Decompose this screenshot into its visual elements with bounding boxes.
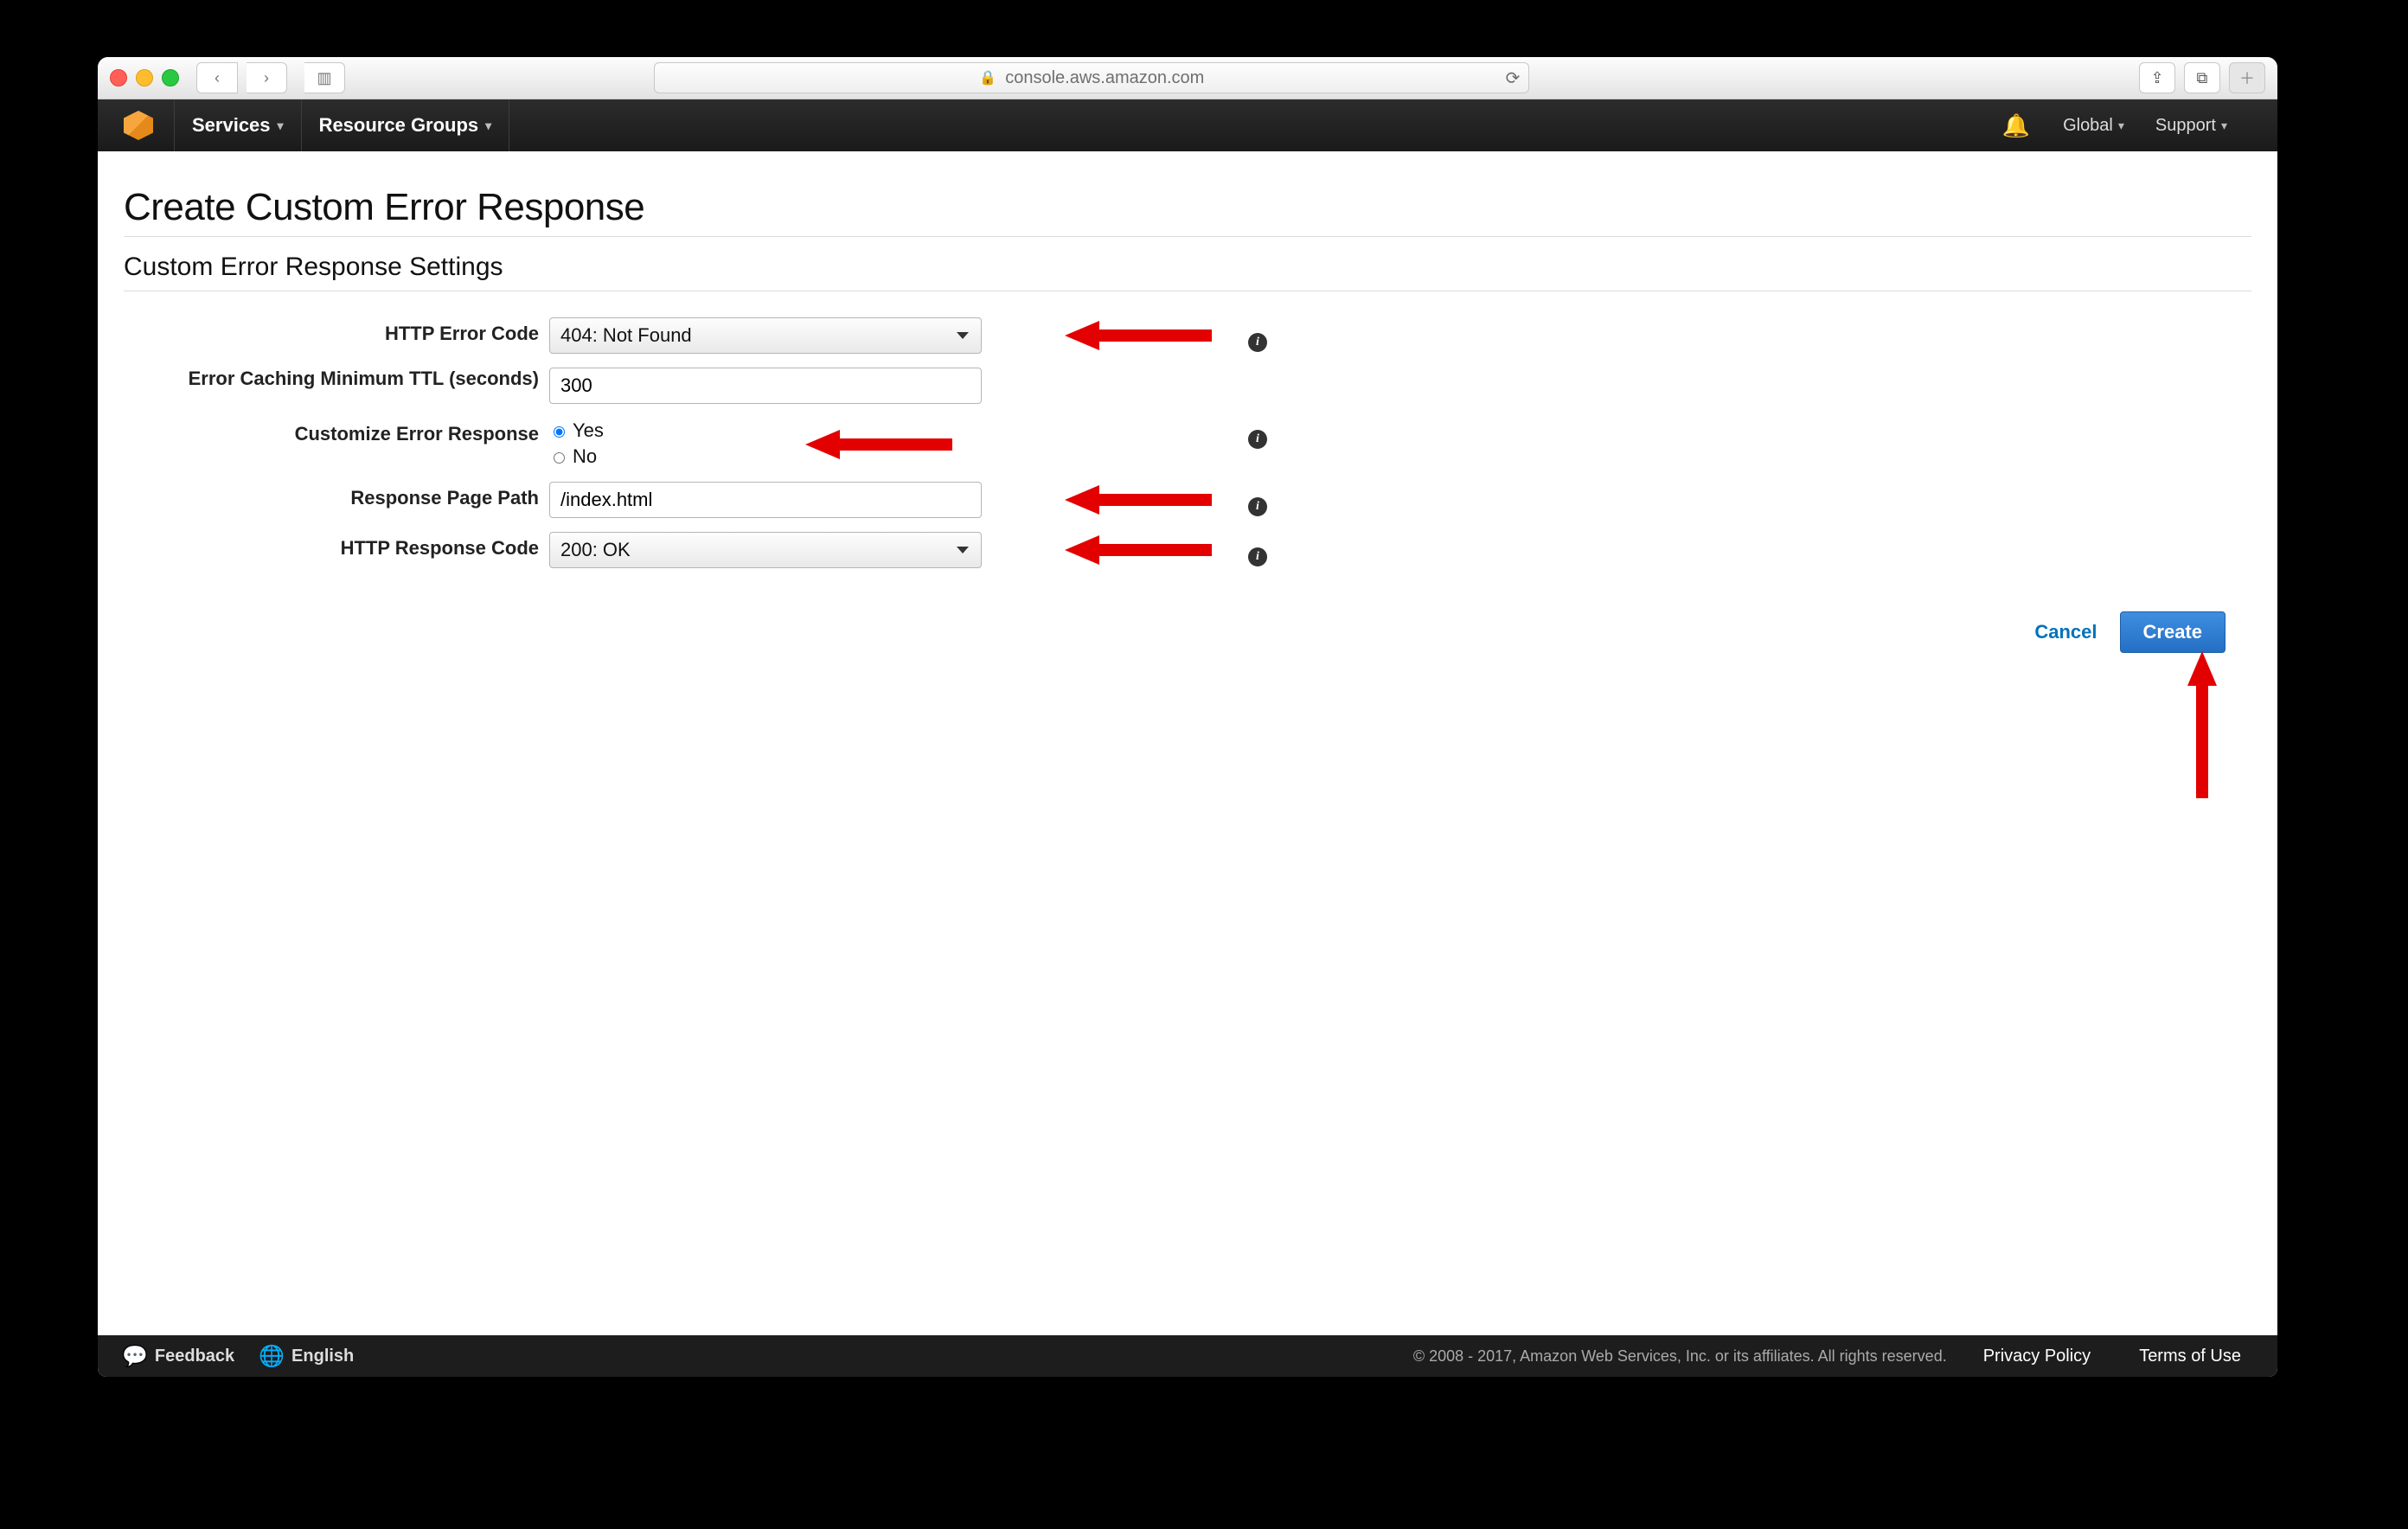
plus-icon: ＋ — [2239, 67, 2255, 89]
annotation-arrow — [805, 435, 1212, 454]
nav-support[interactable]: Support ▾ — [2140, 116, 2243, 136]
annotation-arrow — [1065, 541, 1212, 560]
chevron-down-icon: ▾ — [2221, 118, 2227, 133]
row-ttl: Error Caching Minimum TTL (seconds) — [124, 368, 2251, 404]
annotation-arrow — [1065, 490, 1212, 509]
row-customize: Customize Error Response Yes No — [124, 418, 2251, 468]
aws-footer: 💬 Feedback 🌐 English © 2008 - 2017, Amaz… — [98, 1335, 2277, 1377]
reload-icon[interactable]: ⟳ — [1506, 67, 1521, 89]
nav-region-label: Global — [2063, 116, 2113, 136]
speech-icon: 💬 — [122, 1344, 148, 1369]
aws-top-nav: Services ▾ Resource Groups ▾ 🔔 Global ▾ … — [98, 99, 2277, 151]
globe-icon: 🌐 — [259, 1344, 285, 1369]
notifications-button[interactable]: 🔔 — [1985, 112, 2047, 139]
form-actions: Cancel Create — [124, 582, 2251, 653]
new-tab-button[interactable]: ＋ — [2229, 62, 2265, 93]
divider — [124, 236, 2251, 237]
address-bar-host: console.aws.amazon.com — [1005, 68, 1204, 88]
row-page-path: Response Page Path i — [124, 482, 2251, 518]
response-code-select[interactable]: 200: OK — [549, 532, 982, 568]
page-body: Create Custom Error Response Custom Erro… — [98, 151, 2277, 1377]
nav-resource-groups-label: Resource Groups — [319, 114, 479, 137]
browser-back-button[interactable]: ‹ — [196, 62, 238, 93]
footer-feedback[interactable]: 💬 Feedback — [122, 1344, 234, 1369]
label-ttl: Error Caching Minimum TTL (seconds) — [124, 368, 539, 390]
label-http-error-code: HTTP Error Code — [124, 317, 539, 345]
label-response-code: HTTP Response Code — [124, 532, 539, 560]
window-minimize-button[interactable] — [136, 69, 153, 86]
annotation-arrow-up — [2184, 651, 2213, 790]
nav-resource-groups[interactable]: Resource Groups ▾ — [302, 99, 510, 151]
http-error-code-select[interactable]: 404: Not Found — [549, 317, 982, 354]
page-path-input[interactable] — [549, 482, 982, 518]
info-icon[interactable]: i — [1248, 430, 1267, 449]
share-button[interactable]: ⇪ — [2139, 62, 2175, 93]
window-zoom-button[interactable] — [162, 69, 179, 86]
cancel-button[interactable]: Cancel — [2034, 621, 2097, 643]
customize-yes-radio[interactable] — [554, 426, 565, 438]
row-response-code: HTTP Response Code 200: OK i — [124, 532, 2251, 568]
footer-feedback-label: Feedback — [155, 1347, 234, 1366]
sidebar-icon: ▥ — [317, 69, 331, 87]
chevron-down-icon: ▾ — [278, 118, 284, 133]
nav-region[interactable]: Global ▾ — [2047, 116, 2140, 136]
window-close-button[interactable] — [110, 69, 127, 86]
customize-no-label: No — [573, 445, 597, 468]
nav-services[interactable]: Services ▾ — [174, 99, 302, 151]
window-controls — [110, 69, 179, 86]
footer-terms-link[interactable]: Terms of Use — [2127, 1347, 2253, 1366]
http-error-code-value: 404: Not Found — [560, 324, 692, 347]
section-title: Custom Error Response Settings — [124, 253, 2251, 282]
row-http-error-code: HTTP Error Code 404: Not Found i — [124, 317, 2251, 354]
content: Create Custom Error Response Custom Erro… — [98, 151, 2277, 653]
lock-icon: 🔒 — [979, 69, 996, 86]
share-icon: ⇪ — [2150, 69, 2163, 87]
chevron-down-icon: ▾ — [485, 118, 491, 133]
browser-window: ‹ › ▥ 🔒 console.aws.amazon.com ⟳ ⇪ ⧉ ＋ — [98, 57, 2277, 1377]
tabs-button[interactable]: ⧉ — [2184, 62, 2220, 93]
ttl-input[interactable] — [549, 368, 982, 404]
page-title: Create Custom Error Response — [124, 186, 2251, 229]
footer-language[interactable]: 🌐 English — [259, 1344, 354, 1369]
customize-no-radio[interactable] — [554, 452, 565, 464]
chevron-down-icon: ▾ — [2118, 118, 2124, 133]
create-button[interactable]: Create — [2120, 611, 2225, 653]
chevron-left-icon: ‹ — [215, 69, 220, 87]
response-code-value: 200: OK — [560, 539, 631, 561]
aws-logo-icon[interactable] — [124, 111, 153, 140]
footer-copyright: © 2008 - 2017, Amazon Web Services, Inc.… — [1413, 1347, 1947, 1366]
footer-language-label: English — [291, 1347, 354, 1366]
chevron-right-icon: › — [264, 69, 269, 87]
footer-privacy-link[interactable]: Privacy Policy — [1971, 1347, 2103, 1366]
customize-yes-label: Yes — [573, 419, 604, 442]
info-icon[interactable]: i — [1248, 547, 1267, 566]
label-customize: Customize Error Response — [124, 418, 539, 445]
browser-sidebar-button[interactable]: ▥ — [304, 62, 345, 93]
nav-support-label: Support — [2155, 116, 2216, 136]
nav-services-label: Services — [192, 114, 271, 137]
safari-titlebar: ‹ › ▥ 🔒 console.aws.amazon.com ⟳ ⇪ ⧉ ＋ — [98, 57, 2277, 99]
label-page-path: Response Page Path — [124, 482, 539, 509]
bell-icon: 🔔 — [2002, 112, 2030, 138]
annotation-arrow — [1065, 326, 1212, 345]
info-icon[interactable]: i — [1248, 333, 1267, 352]
browser-forward-button[interactable]: › — [247, 62, 287, 93]
info-icon[interactable]: i — [1248, 497, 1267, 516]
address-bar[interactable]: 🔒 console.aws.amazon.com ⟳ — [654, 62, 1529, 93]
form: HTTP Error Code 404: Not Found i — [124, 317, 2251, 568]
tabs-icon: ⧉ — [2197, 69, 2208, 87]
